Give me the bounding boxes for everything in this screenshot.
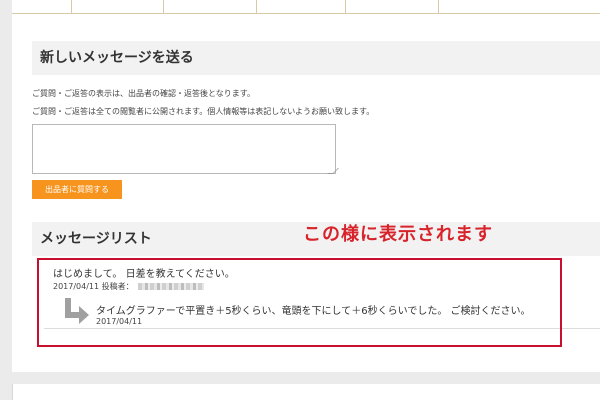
annotation-caption: この様に表示されます (303, 224, 493, 245)
message-textarea[interactable] (32, 124, 336, 174)
table-cell-divider (438, 0, 439, 13)
table-cell-divider (71, 0, 72, 13)
table-cell-divider (345, 0, 346, 13)
send-message-heading: 新しいメッセージを送る (32, 41, 600, 75)
table-cell-divider (256, 0, 257, 13)
table-cell-divider (163, 0, 164, 13)
send-note-public: ご質問・ご返答は全ての閲覧者に公開されます。個人情報等は表記しないようお願い致し… (32, 107, 375, 116)
ask-seller-button[interactable]: 出品者に質問する (32, 180, 122, 199)
next-panel-border (12, 384, 13, 400)
highlight-frame (37, 258, 562, 347)
top-table-fragment (12, 0, 600, 14)
next-panel-edge (12, 384, 600, 400)
send-note-display: ご質問・ご返答の表示は、出品者の確認・返答後となります。 (32, 89, 255, 98)
